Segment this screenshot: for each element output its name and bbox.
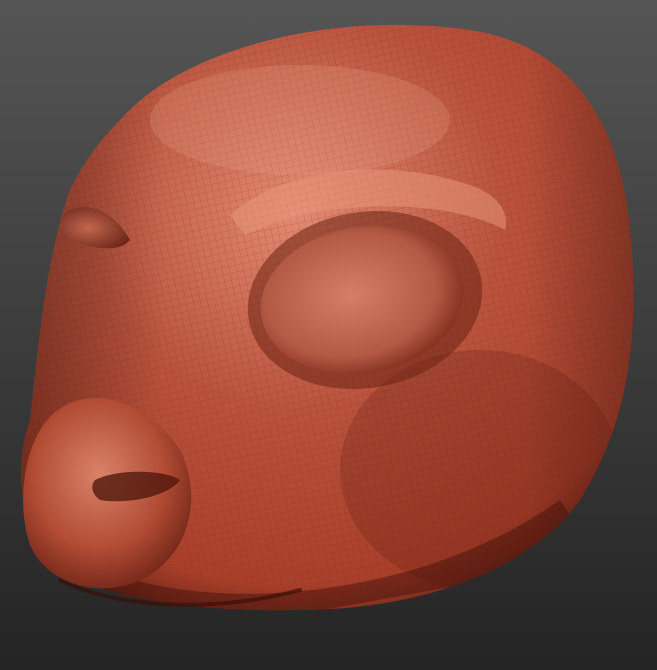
viewport-canvas[interactable] xyxy=(0,0,657,670)
sculpt-viewport[interactable] xyxy=(0,0,657,670)
forehead-highlight xyxy=(150,65,450,175)
